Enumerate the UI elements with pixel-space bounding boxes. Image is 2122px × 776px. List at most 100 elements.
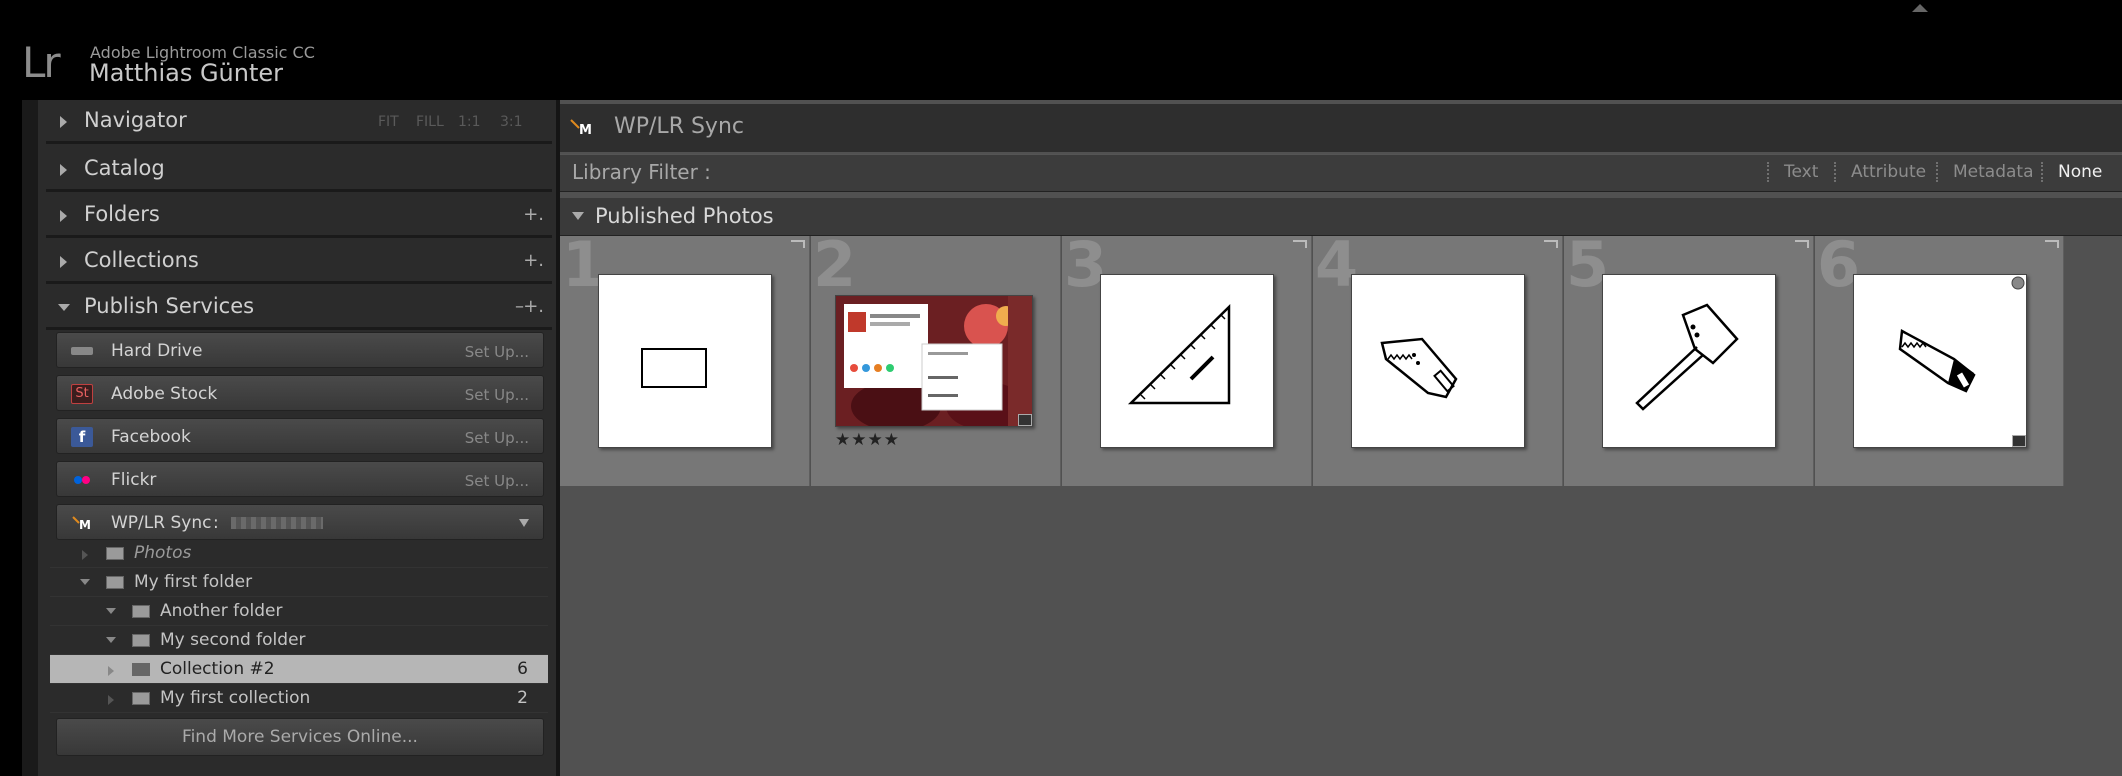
set-square-icon[interactable] [1100,274,1274,448]
zoom-3-1[interactable]: 3:1 [500,114,523,130]
expand-triangle-icon[interactable] [60,210,67,222]
grid-cell[interactable]: 3 [1062,228,1312,486]
collection-title: WP/LR Sync [614,114,744,139]
collection-icon [132,663,150,676]
rectangle-icon[interactable] [598,274,772,448]
saw-icon[interactable] [1351,274,1525,448]
collapse-triangle-icon[interactable] [58,304,70,311]
expand-triangle-icon[interactable] [60,256,67,268]
virtual-copy-icon [1018,414,1032,426]
folder-icon [106,547,124,560]
published-badge-icon [791,240,805,248]
published-badge-icon [1293,240,1307,248]
tree-item-my-first-collection[interactable]: My first collection 2 [50,684,548,713]
filter-separator [1834,162,1836,182]
grid-cell[interactable]: 4 [1313,228,1563,486]
service-flickr[interactable]: Flickr Set Up... [56,461,544,497]
virtual-copy-icon [2012,435,2026,447]
add-service-button[interactable]: +. [523,296,544,317]
collections-title: Collections [84,248,199,272]
setup-button[interactable]: Set Up... [465,386,529,404]
collapse-icon[interactable] [106,608,116,614]
publish-services-header[interactable]: Publish Services – +. [46,286,552,330]
navigator-header[interactable]: Navigator FIT FILL 1:1 3:1 [46,100,552,144]
blurred-account-name [231,517,323,529]
tree-label: My first folder [134,572,253,592]
catalog-header[interactable]: Catalog [46,148,552,192]
facebook-icon: f [71,427,93,447]
service-wplr-sync[interactable]: M WP/LR Sync : [56,504,544,540]
expand-icon[interactable] [108,666,114,676]
find-more-services-button[interactable]: Find More Services Online... [56,718,544,756]
tree-item-photos[interactable]: Photos [50,539,548,568]
folder-icon [132,605,150,618]
collections-header[interactable]: Collections +. [46,240,552,284]
collapse-icon[interactable] [80,579,90,585]
collection-icon [132,692,150,705]
add-folder-button[interactable]: +. [523,204,544,225]
grid-cell[interactable]: 6 [1815,228,2064,486]
user-name: Matthias Günter [89,59,284,87]
service-hard-drive[interactable]: Hard Drive Set Up... [56,332,544,368]
collapse-triangle-icon[interactable] [572,212,584,220]
tree-label: My first collection [160,688,311,708]
wplr-logo-icon: M [570,118,596,143]
hard-drive-icon [71,347,93,355]
grid-cell[interactable]: 2 ★★★★ [811,228,1061,486]
collection-title-bar [560,104,2122,152]
adobe-stock-icon: St [71,384,93,404]
service-label: Facebook [111,427,191,447]
setup-button[interactable]: Set Up... [465,343,529,361]
tree-item-collection-2[interactable]: Collection #2 6 [50,655,548,684]
zoom-fit[interactable]: FIT [378,114,399,130]
service-label: Hard Drive [111,341,203,361]
star-rating[interactable]: ★★★★ [835,430,900,450]
expand-triangle-icon[interactable] [60,164,67,176]
grid-empty-area [2064,236,2122,776]
collapse-top-panel-icon[interactable] [1912,4,1928,12]
tree-label: Another folder [160,601,283,621]
published-badge-icon [1544,240,1558,248]
axe-icon[interactable] [1602,274,1776,448]
published-badge-icon [2045,240,2059,248]
tree-item-my-first-folder[interactable]: My first folder [50,568,548,597]
grid-cell[interactable]: 1 [560,228,810,486]
expand-icon [82,550,88,560]
identity-plate [0,0,2122,100]
service-facebook[interactable]: f Facebook Set Up... [56,418,544,454]
published-photos-title: Published Photos [595,204,774,228]
add-collection-button[interactable]: +. [523,250,544,271]
filter-separator [1936,162,1938,182]
service-menu-icon[interactable] [519,519,529,527]
filter-none[interactable]: None [2058,162,2102,182]
wplr-icon: M [71,513,93,533]
zoom-fill[interactable]: FILL [416,114,444,130]
svg-text:M: M [79,518,91,532]
service-label: Adobe Stock [111,384,218,404]
folders-title: Folders [84,202,160,226]
tree-label: My second folder [160,630,306,650]
setup-button[interactable]: Set Up... [465,429,529,447]
service-adobe-stock[interactable]: St Adobe Stock Set Up... [56,375,544,411]
zoom-1-1[interactable]: 1:1 [458,114,481,130]
published-badge-icon [1795,240,1809,248]
service-separator: : [213,513,219,533]
wordpress-screenshot-photo[interactable] [835,295,1033,427]
folders-header[interactable]: Folders +. [46,194,552,238]
setup-button[interactable]: Set Up... [465,472,529,490]
saw-icon[interactable] [1853,274,2027,448]
filter-separator [2041,162,2043,182]
tree-item-my-second-folder[interactable]: My second folder [50,626,548,655]
filter-metadata[interactable]: Metadata [1953,162,2034,182]
filter-text[interactable]: Text [1784,162,1818,182]
tree-count: 2 [517,688,528,708]
grid-cell[interactable]: 5 [1564,228,1814,486]
folder-icon [132,634,150,647]
filter-attribute[interactable]: Attribute [1851,162,1926,182]
left-panel-scrollbar[interactable] [22,100,38,776]
expand-triangle-icon[interactable] [60,116,67,128]
tree-count: 6 [517,659,528,679]
expand-icon [108,695,114,705]
collapse-icon[interactable] [106,637,116,643]
tree-item-another-folder[interactable]: Another folder [50,597,548,626]
